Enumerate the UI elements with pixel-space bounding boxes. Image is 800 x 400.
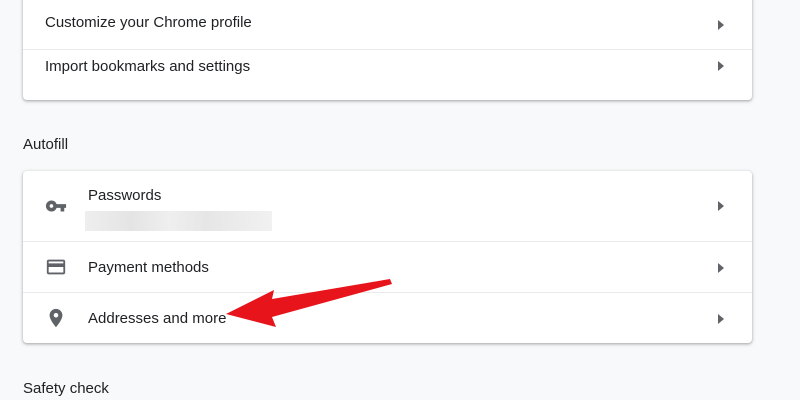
autofill-section-title: Autofill bbox=[23, 136, 69, 153]
key-icon bbox=[45, 200, 67, 212]
passwords-row[interactable]: Passwords bbox=[23, 171, 752, 241]
blurred-account-info bbox=[85, 211, 272, 231]
chevron-right-icon bbox=[718, 201, 724, 211]
chevron-right-icon bbox=[718, 263, 724, 273]
import-bookmarks-label: Import bookmarks and settings bbox=[45, 58, 251, 75]
passwords-label: Passwords bbox=[88, 187, 162, 204]
chevron-right-icon bbox=[718, 20, 724, 30]
safety-check-section-title: Safety check bbox=[23, 380, 109, 397]
chevron-right-icon bbox=[718, 314, 724, 324]
profile-settings-card: Customize your Chrome profile Import boo… bbox=[23, 0, 752, 100]
location-pin-icon bbox=[49, 308, 63, 328]
chevron-right-icon bbox=[718, 61, 724, 71]
customize-profile-label: Customize your Chrome profile bbox=[45, 14, 252, 31]
annotation-arrow-icon bbox=[226, 279, 392, 327]
addresses-label: Addresses and more bbox=[88, 310, 227, 327]
payment-methods-label: Payment methods bbox=[88, 259, 209, 276]
settings-page: Customize your Chrome profile Import boo… bbox=[0, 0, 800, 400]
import-bookmarks-row[interactable]: Import bookmarks and settings bbox=[23, 50, 752, 100]
credit-card-icon bbox=[46, 259, 66, 275]
customize-profile-row[interactable]: Customize your Chrome profile bbox=[23, 0, 752, 49]
